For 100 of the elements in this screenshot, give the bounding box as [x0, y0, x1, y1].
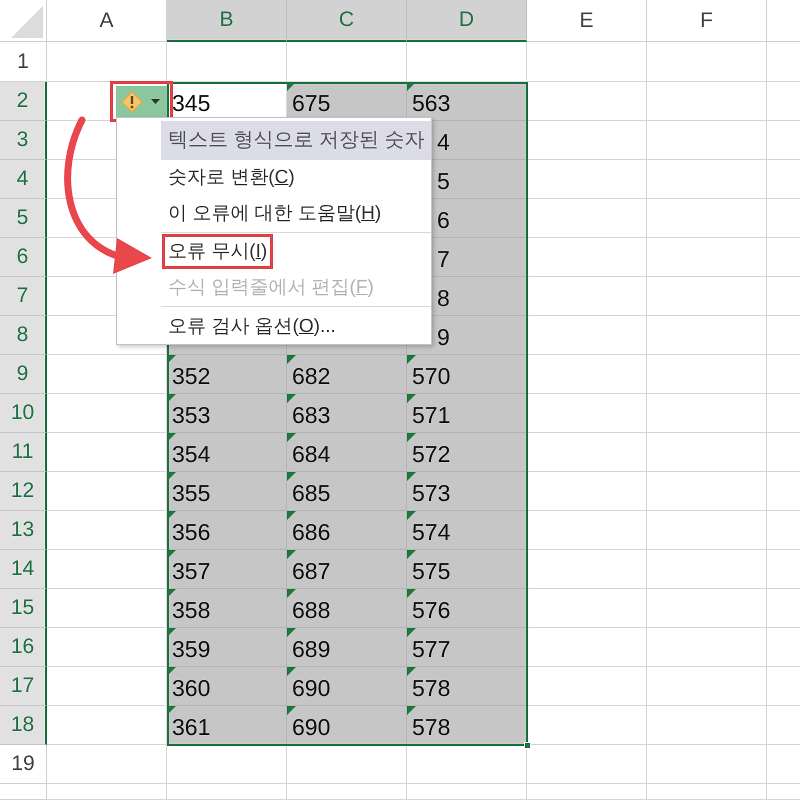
- table-cell[interactable]: [647, 433, 767, 472]
- table-cell[interactable]: [527, 472, 647, 511]
- table-cell[interactable]: 578: [407, 667, 527, 706]
- row-header[interactable]: 9: [0, 355, 47, 394]
- table-cell[interactable]: [47, 667, 167, 706]
- row-header[interactable]: 16: [0, 628, 47, 667]
- table-cell[interactable]: [527, 394, 647, 433]
- table-cell[interactable]: 686: [287, 511, 407, 550]
- table-cell[interactable]: 572: [407, 433, 527, 472]
- table-cell[interactable]: [647, 160, 767, 199]
- error-options-button[interactable]: [116, 86, 167, 117]
- table-cell[interactable]: [527, 199, 647, 238]
- table-cell[interactable]: 359: [167, 628, 287, 667]
- table-cell[interactable]: [527, 667, 647, 706]
- fill-handle[interactable]: [524, 742, 531, 749]
- table-cell[interactable]: [47, 589, 167, 628]
- row-header[interactable]: 19: [0, 745, 47, 784]
- row-header[interactable]: 18: [0, 706, 47, 745]
- table-cell[interactable]: [47, 706, 167, 745]
- table-cell[interactable]: [647, 745, 767, 784]
- table-cell[interactable]: [47, 472, 167, 511]
- table-cell[interactable]: [527, 316, 647, 355]
- table-cell[interactable]: 683: [287, 394, 407, 433]
- table-cell[interactable]: 685: [287, 472, 407, 511]
- row-header[interactable]: 8: [0, 316, 47, 355]
- table-cell[interactable]: [647, 511, 767, 550]
- row-header[interactable]: 11: [0, 433, 47, 472]
- table-cell[interactable]: 690: [287, 667, 407, 706]
- table-cell[interactable]: 578: [407, 706, 527, 745]
- table-cell[interactable]: 576: [407, 589, 527, 628]
- row-header[interactable]: [0, 784, 47, 800]
- column-header[interactable]: E: [527, 0, 647, 42]
- menu-item[interactable]: 오류 무시(I): [162, 234, 274, 270]
- table-cell[interactable]: 573: [407, 472, 527, 511]
- table-cell[interactable]: 356: [167, 511, 287, 550]
- table-cell[interactable]: [647, 550, 767, 589]
- table-cell[interactable]: 358: [167, 589, 287, 628]
- table-cell[interactable]: [47, 355, 167, 394]
- table-cell[interactable]: [647, 42, 767, 82]
- row-header[interactable]: 4: [0, 160, 47, 199]
- table-cell[interactable]: 570: [407, 355, 527, 394]
- table-cell[interactable]: [647, 667, 767, 706]
- table-cell[interactable]: 352: [167, 355, 287, 394]
- table-cell[interactable]: [647, 277, 767, 316]
- column-header[interactable]: F: [647, 0, 767, 42]
- table-cell[interactable]: [527, 550, 647, 589]
- table-cell[interactable]: [527, 82, 647, 121]
- table-cell[interactable]: [47, 394, 167, 433]
- table-cell[interactable]: 688: [287, 589, 407, 628]
- table-cell[interactable]: [527, 238, 647, 277]
- column-header[interactable]: A: [47, 0, 167, 42]
- table-cell[interactable]: 687: [287, 550, 407, 589]
- menu-item[interactable]: 오류 검사 옵션(O)...: [162, 308, 342, 344]
- row-header[interactable]: 15: [0, 589, 47, 628]
- table-cell[interactable]: 689: [287, 628, 407, 667]
- table-cell[interactable]: [647, 355, 767, 394]
- row-header[interactable]: 12: [0, 472, 47, 511]
- table-cell[interactable]: [407, 42, 527, 82]
- table-cell[interactable]: [47, 42, 167, 82]
- column-header[interactable]: C: [287, 0, 407, 42]
- table-cell[interactable]: 575: [407, 550, 527, 589]
- table-cell[interactable]: [527, 160, 647, 199]
- table-cell[interactable]: [527, 121, 647, 160]
- table-cell[interactable]: [647, 589, 767, 628]
- table-cell[interactable]: [167, 745, 287, 784]
- table-cell[interactable]: [167, 784, 287, 800]
- table-cell[interactable]: 577: [407, 628, 527, 667]
- table-cell[interactable]: [47, 433, 167, 472]
- column-header[interactable]: D: [407, 0, 527, 42]
- table-cell[interactable]: 354: [167, 433, 287, 472]
- table-cell[interactable]: [647, 82, 767, 121]
- table-cell[interactable]: [647, 784, 767, 800]
- table-cell[interactable]: [287, 784, 407, 800]
- table-cell[interactable]: [647, 628, 767, 667]
- table-cell[interactable]: 574: [407, 511, 527, 550]
- row-header[interactable]: 2: [0, 82, 47, 121]
- column-header[interactable]: B: [167, 0, 287, 42]
- menu-item[interactable]: 숫자로 변환(C): [162, 160, 301, 195]
- table-cell[interactable]: [407, 784, 527, 800]
- table-cell[interactable]: [47, 511, 167, 550]
- table-cell[interactable]: [647, 121, 767, 160]
- table-cell[interactable]: [647, 199, 767, 238]
- row-header[interactable]: 10: [0, 394, 47, 433]
- table-cell[interactable]: 355: [167, 472, 287, 511]
- table-cell[interactable]: [47, 628, 167, 667]
- table-cell[interactable]: [47, 550, 167, 589]
- table-cell[interactable]: [527, 277, 647, 316]
- table-cell[interactable]: [527, 784, 647, 800]
- table-cell[interactable]: 357: [167, 550, 287, 589]
- table-cell[interactable]: 571: [407, 394, 527, 433]
- table-cell[interactable]: [287, 42, 407, 82]
- row-header[interactable]: 6: [0, 238, 47, 277]
- row-header[interactable]: 13: [0, 511, 47, 550]
- table-cell[interactable]: [527, 355, 647, 394]
- row-header[interactable]: 17: [0, 667, 47, 706]
- table-cell[interactable]: [527, 511, 647, 550]
- row-header[interactable]: 3: [0, 121, 47, 160]
- table-cell[interactable]: [527, 589, 647, 628]
- row-header[interactable]: 5: [0, 199, 47, 238]
- table-cell[interactable]: 360: [167, 667, 287, 706]
